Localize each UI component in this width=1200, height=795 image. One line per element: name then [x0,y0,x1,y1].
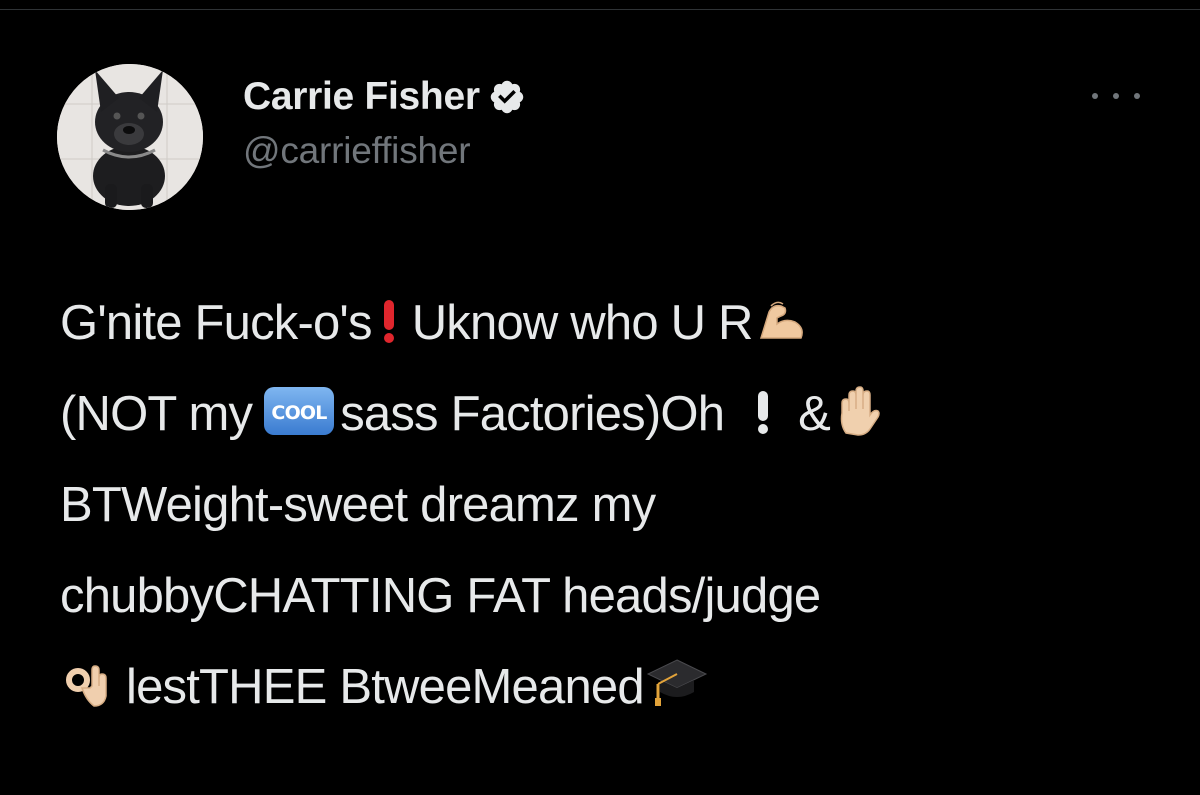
tweet-text-segment: chubbyCHATTING FAT heads/judge [60,569,821,623]
more-options-icon-dot [1113,93,1119,99]
tweet-text: G'nite Fuck-o's Uknow who U R (NOT my CO… [60,278,1170,733]
more-options-icon [1092,93,1098,99]
red-exclamation-emoji [376,294,402,346]
tweet-line: (NOT my COOL sass Factories)Oh & [60,369,1170,460]
tweet-line: G'nite Fuck-o's Uknow who U R [60,278,1170,369]
avatar[interactable] [57,64,203,210]
tweet-line: chubbyCHATTING FAT heads/judge [60,551,1170,642]
tweet-author: Carrie Fisher @carrieffisher [243,74,526,172]
tweet-text-segment: & [798,387,831,441]
avatar-photo-dog [57,64,203,210]
tweet-card: Carrie Fisher @carrieffisher G'nite Fuck… [0,0,1200,795]
verified-badge-icon [488,78,526,116]
cool-emoji-label: COOL [272,402,328,424]
author-name-row: Carrie Fisher [243,74,526,120]
white-exclamation-emoji [750,385,776,437]
tweet-text-segment: Uknow who U R [411,296,754,350]
flexed-biceps-emoji [755,294,807,346]
tweet-text-segment: (NOT my [60,387,253,441]
tweet-text-segment: sass Factories)Oh [340,387,725,441]
author-display-name[interactable]: Carrie Fisher [243,75,480,119]
graduation-cap-emoji [646,654,708,710]
tweet-line: BTWeight-sweet dreamz my [60,460,1170,551]
cool-button-emoji: COOL [262,385,336,437]
more-options-icon-dot [1134,93,1140,99]
tweet-text-segment: BTWeight-sweet dreamz my [60,478,656,532]
ok-hand-emoji [60,658,112,710]
author-handle[interactable]: @carrieffisher [243,130,526,172]
raised-hand-emoji [832,385,884,437]
tweet-text-segment: G'nite Fuck-o's [60,296,373,350]
tweet-line: lestTHEE BtweeMeaned [60,642,1170,733]
more-options-button[interactable] [1092,86,1140,106]
tweet-text-segment: lestTHEE BtweeMeaned [126,660,645,714]
